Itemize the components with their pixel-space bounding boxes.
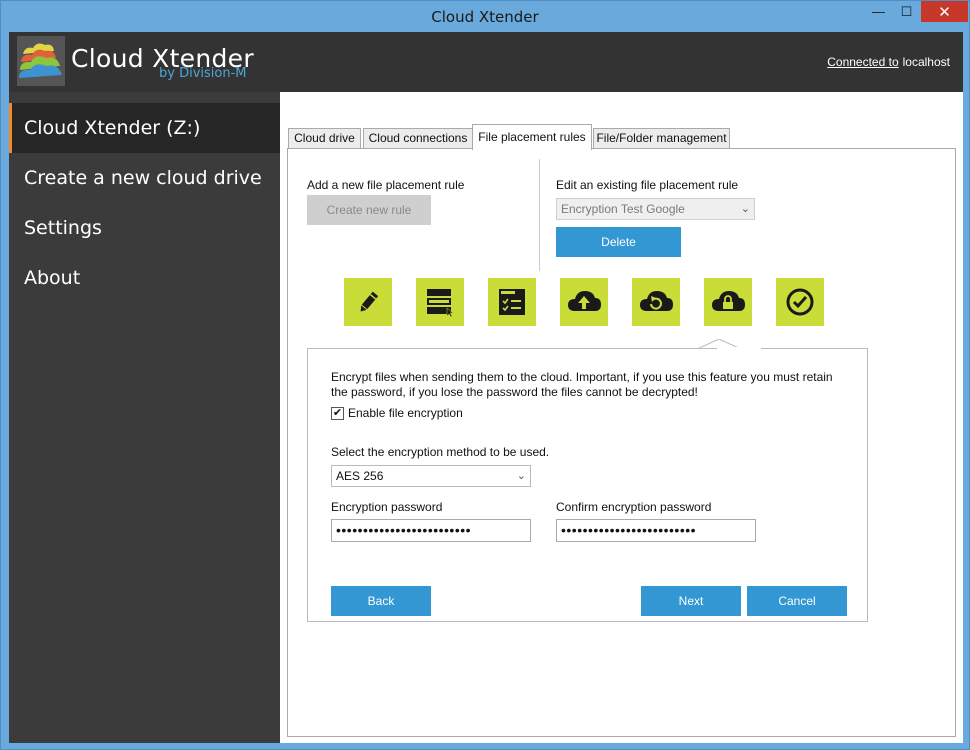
chevron-down-icon: ⌄ xyxy=(740,203,750,215)
connection-status: Connected to localhost xyxy=(827,55,950,69)
edit-rule-label: Edit an existing file placement rule xyxy=(556,178,739,192)
file-placement-panel: Add a new file placement rule Create new… xyxy=(287,148,956,737)
connected-host: localhost xyxy=(902,55,950,69)
encryption-method-value: AES 256 xyxy=(336,469,384,483)
tab-file-folder-management[interactable]: File/Folder management xyxy=(593,128,730,149)
drives-icon[interactable] xyxy=(416,278,464,326)
add-rule-label: Add a new file placement rule xyxy=(307,178,465,192)
check-circle-icon[interactable] xyxy=(776,278,824,326)
window-title: Cloud Xtender xyxy=(431,8,539,26)
cloud-logo-icon xyxy=(17,36,65,86)
cancel-button[interactable]: Cancel xyxy=(747,586,847,616)
method-label: Select the encryption method to be used. xyxy=(331,445,550,459)
chevron-down-icon: ⌄ xyxy=(516,470,526,482)
brand-subtitle: by Division-M xyxy=(159,66,247,81)
pointer-joint xyxy=(717,347,761,350)
sidebar: Cloud Xtender (Z:) Create a new cloud dr… xyxy=(9,92,280,743)
existing-rule-value: Encryption Test Google xyxy=(561,202,685,216)
app-header: Cloud Xtender by Division-M Connected to… xyxy=(9,32,963,92)
tab-cloud-drive[interactable]: Cloud drive xyxy=(288,128,361,149)
confirm-password-input[interactable]: ••••••••••••••••••••••••• xyxy=(556,519,756,542)
sidebar-item-cloud-xtender-drive[interactable]: Cloud Xtender (Z:) xyxy=(9,103,280,153)
cloud-sync-icon[interactable] xyxy=(632,278,680,326)
encryption-method-select[interactable]: AES 256 ⌄ xyxy=(331,465,531,487)
close-button[interactable]: ✕ xyxy=(921,1,968,22)
pencil-icon[interactable] xyxy=(344,278,392,326)
encryption-description: Encrypt files when sending them to the c… xyxy=(331,370,833,399)
main-content: Cloud drive Cloud connections File place… xyxy=(280,92,963,743)
next-button[interactable]: Next xyxy=(641,586,741,616)
checklist-icon[interactable] xyxy=(488,278,536,326)
connected-to-link[interactable]: Connected to xyxy=(827,55,898,69)
create-rule-button[interactable]: Create new rule xyxy=(307,195,431,225)
tab-file-placement-rules[interactable]: File placement rules xyxy=(472,124,592,150)
sidebar-item-about[interactable]: About xyxy=(9,253,280,303)
back-button[interactable]: Back xyxy=(331,586,431,616)
existing-rule-select[interactable]: Encryption Test Google ⌄ xyxy=(556,198,755,220)
enable-encryption-label: Enable file encryption xyxy=(348,406,463,420)
tab-cloud-connections[interactable]: Cloud connections xyxy=(363,128,473,149)
minimize-button[interactable]: — xyxy=(865,1,892,22)
app-window: Cloud Xtender — ☐ ✕ Cloud Xtender by Div… xyxy=(0,0,970,750)
delete-rule-button[interactable]: Delete xyxy=(556,227,681,257)
confirm-password-label: Confirm encryption password xyxy=(556,500,712,514)
password-label: Encryption password xyxy=(331,500,443,514)
section-divider xyxy=(539,159,540,271)
maximize-button[interactable]: ☐ xyxy=(893,1,920,22)
encryption-step-panel: Encrypt files when sending them to the c… xyxy=(307,347,868,622)
title-bar[interactable]: Cloud Xtender — ☐ ✕ xyxy=(1,1,969,32)
password-input[interactable]: ••••••••••••••••••••••••• xyxy=(331,519,531,542)
cloud-upload-icon[interactable] xyxy=(560,278,608,326)
enable-encryption-checkbox[interactable]: ✔ Enable file encryption xyxy=(331,406,463,420)
sidebar-item-settings[interactable]: Settings xyxy=(9,203,280,253)
checkbox-box[interactable]: ✔ xyxy=(331,406,344,420)
sidebar-item-create-cloud-drive[interactable]: Create a new cloud drive xyxy=(9,153,280,203)
cloud-lock-icon[interactable] xyxy=(704,278,752,326)
